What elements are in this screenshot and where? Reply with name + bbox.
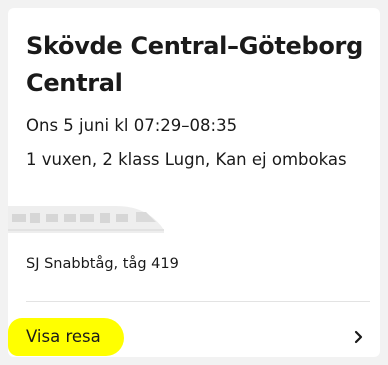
- trip-title: Skövde Central–Göteborg Central: [26, 32, 363, 97]
- trip-date-time: Ons 5 juni kl 07:29–08:35: [26, 116, 238, 135]
- show-trip-label[interactable]: Visa resa: [26, 326, 101, 348]
- divider: [26, 301, 370, 302]
- show-trip-button[interactable]: Visa resa: [8, 314, 380, 356]
- trip-card: Skövde Central–Göteborg Central Ons 5 ju…: [8, 8, 380, 357]
- train-illustration-icon: [8, 200, 168, 242]
- trip-passengers: 1 vuxen, 2 klass Lugn, Kan ej ombokas: [26, 150, 347, 169]
- chevron-right-icon[interactable]: [352, 330, 366, 344]
- train-service-label: SJ Snabbtåg, tåg 419: [26, 256, 179, 272]
